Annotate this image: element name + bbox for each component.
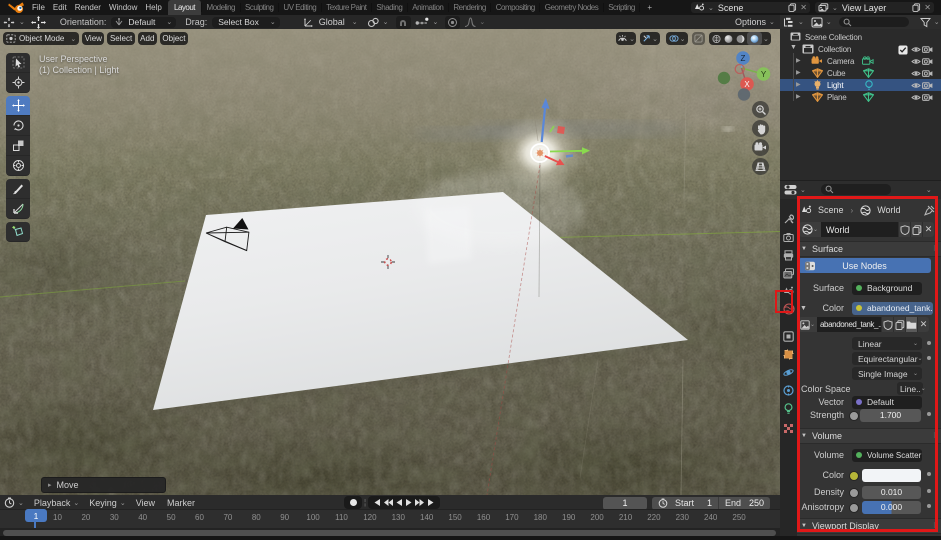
svg-text:X: X [744,80,750,89]
svg-text:Z: Z [741,54,746,63]
svg-text:Y: Y [761,70,767,79]
